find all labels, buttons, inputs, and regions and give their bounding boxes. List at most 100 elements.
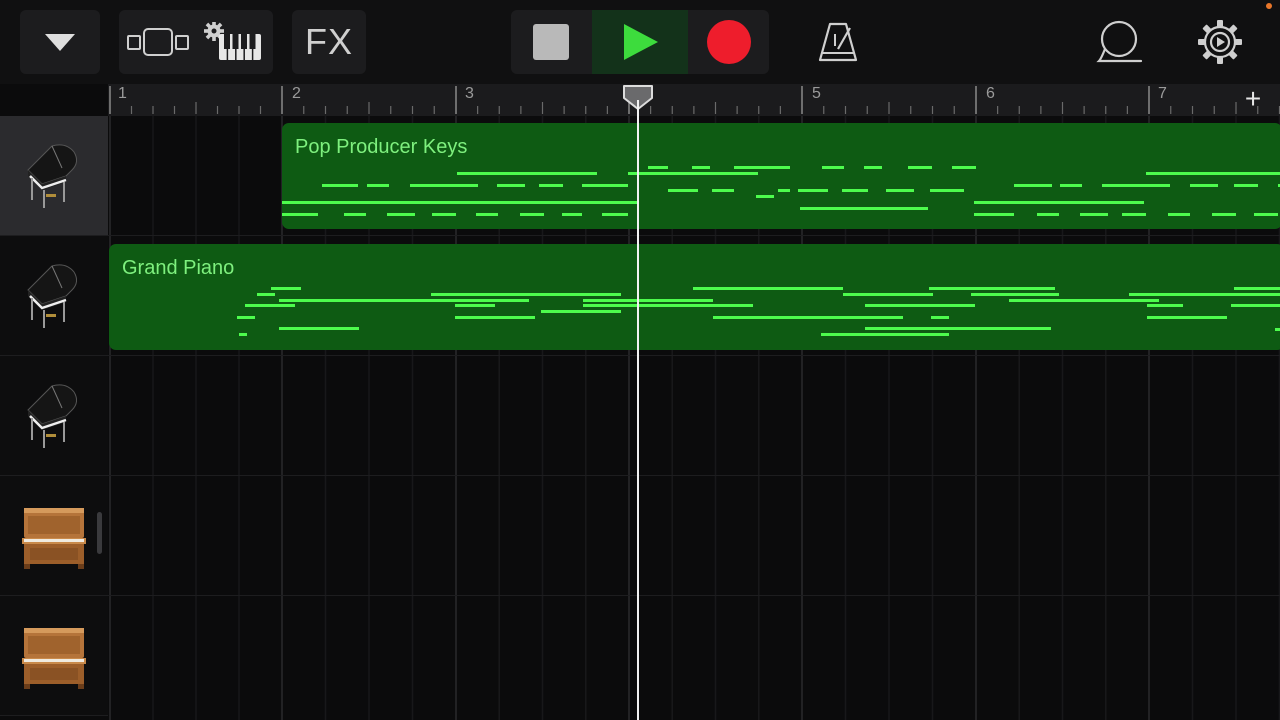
midi-note bbox=[1212, 213, 1236, 216]
midi-note bbox=[541, 310, 621, 313]
ruler-corner bbox=[0, 84, 108, 116]
fx-label: FX bbox=[304, 21, 353, 62]
midi-notes bbox=[237, 287, 1280, 336]
grand-piano-icon bbox=[27, 383, 78, 448]
midi-note bbox=[387, 213, 415, 216]
metronome-button[interactable] bbox=[810, 14, 866, 70]
track-header-grand-piano[interactable] bbox=[0, 236, 108, 356]
ruler-ticks bbox=[109, 86, 1280, 114]
midi-note bbox=[476, 213, 498, 216]
midi-note bbox=[974, 213, 1014, 216]
upright-piano-icon bbox=[22, 627, 86, 689]
midi-note bbox=[1037, 213, 1059, 216]
midi-note bbox=[668, 189, 698, 192]
metronome-icon bbox=[818, 22, 858, 62]
playhead[interactable] bbox=[637, 100, 639, 720]
stop-button[interactable] bbox=[511, 10, 591, 74]
track-lane-4[interactable] bbox=[108, 476, 1280, 596]
midi-note bbox=[843, 293, 933, 296]
midi-note bbox=[1231, 304, 1280, 307]
track-lane-5[interactable] bbox=[108, 596, 1280, 716]
tracks-view-button[interactable] bbox=[120, 10, 196, 74]
track-header-4[interactable] bbox=[0, 476, 108, 596]
midi-note bbox=[842, 189, 868, 192]
play-button[interactable] bbox=[592, 10, 688, 74]
keyboard-button[interactable] bbox=[196, 10, 272, 74]
my-songs-menu-button[interactable] bbox=[20, 10, 100, 74]
midi-note bbox=[271, 287, 301, 290]
midi-note bbox=[1009, 299, 1159, 302]
midi-note bbox=[886, 189, 914, 192]
midi-note bbox=[322, 184, 358, 187]
midi-note bbox=[756, 195, 774, 198]
midi-note bbox=[539, 184, 563, 187]
midi-note bbox=[520, 213, 544, 216]
midi-note bbox=[692, 166, 710, 169]
midi-note bbox=[455, 316, 535, 319]
garageband-window: FX 1 2 3 5 6 7 + Pop Producer Keys Grand… bbox=[0, 0, 1280, 720]
bar-ruler[interactable]: 1 2 3 4 5 6 7 bbox=[108, 84, 1280, 116]
midi-note bbox=[1122, 213, 1146, 216]
midi-note bbox=[582, 184, 628, 187]
tracks-area[interactable]: Pop Producer Keys Grand Piano bbox=[108, 116, 1280, 720]
settings-button[interactable] bbox=[1192, 14, 1248, 70]
track-header-5[interactable] bbox=[0, 596, 108, 716]
midi-note bbox=[1147, 304, 1183, 307]
midi-note bbox=[628, 172, 758, 175]
midi-note bbox=[367, 184, 389, 187]
midi-note bbox=[497, 184, 525, 187]
track-lane-1[interactable]: Pop Producer Keys bbox=[108, 116, 1280, 236]
midi-note bbox=[602, 213, 628, 216]
notification-dot bbox=[1266, 3, 1272, 9]
midi-note bbox=[930, 189, 964, 192]
midi-note bbox=[1168, 213, 1190, 216]
track-header-3[interactable] bbox=[0, 356, 108, 476]
midi-note bbox=[455, 304, 495, 307]
track-lane-3[interactable] bbox=[108, 356, 1280, 476]
region-title: Grand Piano bbox=[122, 257, 235, 279]
midi-note bbox=[929, 287, 1055, 290]
loop-browser-button[interactable] bbox=[1092, 14, 1148, 70]
midi-note bbox=[457, 172, 597, 175]
midi-note bbox=[583, 304, 753, 307]
upright-piano-icon bbox=[22, 507, 86, 569]
track-headers bbox=[0, 116, 108, 720]
midi-note bbox=[1080, 213, 1108, 216]
midi-note bbox=[432, 213, 456, 216]
tracks-view-icon bbox=[127, 28, 189, 56]
record-icon bbox=[707, 20, 751, 64]
midi-note bbox=[410, 184, 478, 187]
region-pop-producer-keys[interactable]: Pop Producer Keys bbox=[282, 123, 1280, 229]
midi-note bbox=[1234, 184, 1258, 187]
midi-note bbox=[713, 316, 903, 319]
midi-note bbox=[239, 333, 247, 336]
transport-controls bbox=[511, 10, 769, 74]
midi-note bbox=[282, 213, 318, 216]
midi-note bbox=[734, 166, 790, 169]
keyboard-icon bbox=[204, 22, 261, 60]
track-lane-2[interactable]: Grand Piano bbox=[108, 236, 1280, 356]
midi-note bbox=[1234, 287, 1280, 290]
add-section-button[interactable]: + bbox=[1236, 84, 1270, 116]
midi-note bbox=[864, 166, 882, 169]
region-grand-piano[interactable]: Grand Piano bbox=[109, 244, 1280, 350]
bar-number: 3 bbox=[465, 85, 474, 102]
control-bar: FX bbox=[0, 0, 1280, 84]
midi-note bbox=[583, 299, 713, 302]
midi-note bbox=[908, 166, 932, 169]
bar-number: 6 bbox=[986, 85, 995, 102]
track-header-pop-producer-keys[interactable] bbox=[0, 116, 108, 236]
bar-number: 2 bbox=[292, 85, 301, 102]
midi-note bbox=[1129, 293, 1280, 296]
midi-note bbox=[562, 213, 582, 216]
midi-note bbox=[1147, 316, 1227, 319]
loop-icon bbox=[1096, 20, 1143, 63]
midi-note bbox=[344, 213, 366, 216]
record-button[interactable] bbox=[689, 10, 769, 74]
track-resize-handle[interactable] bbox=[97, 512, 102, 554]
fx-button[interactable]: FX bbox=[292, 10, 366, 74]
midi-note bbox=[245, 304, 295, 307]
bar-number: 7 bbox=[1158, 85, 1167, 102]
midi-note bbox=[627, 201, 637, 204]
midi-note bbox=[282, 201, 627, 204]
